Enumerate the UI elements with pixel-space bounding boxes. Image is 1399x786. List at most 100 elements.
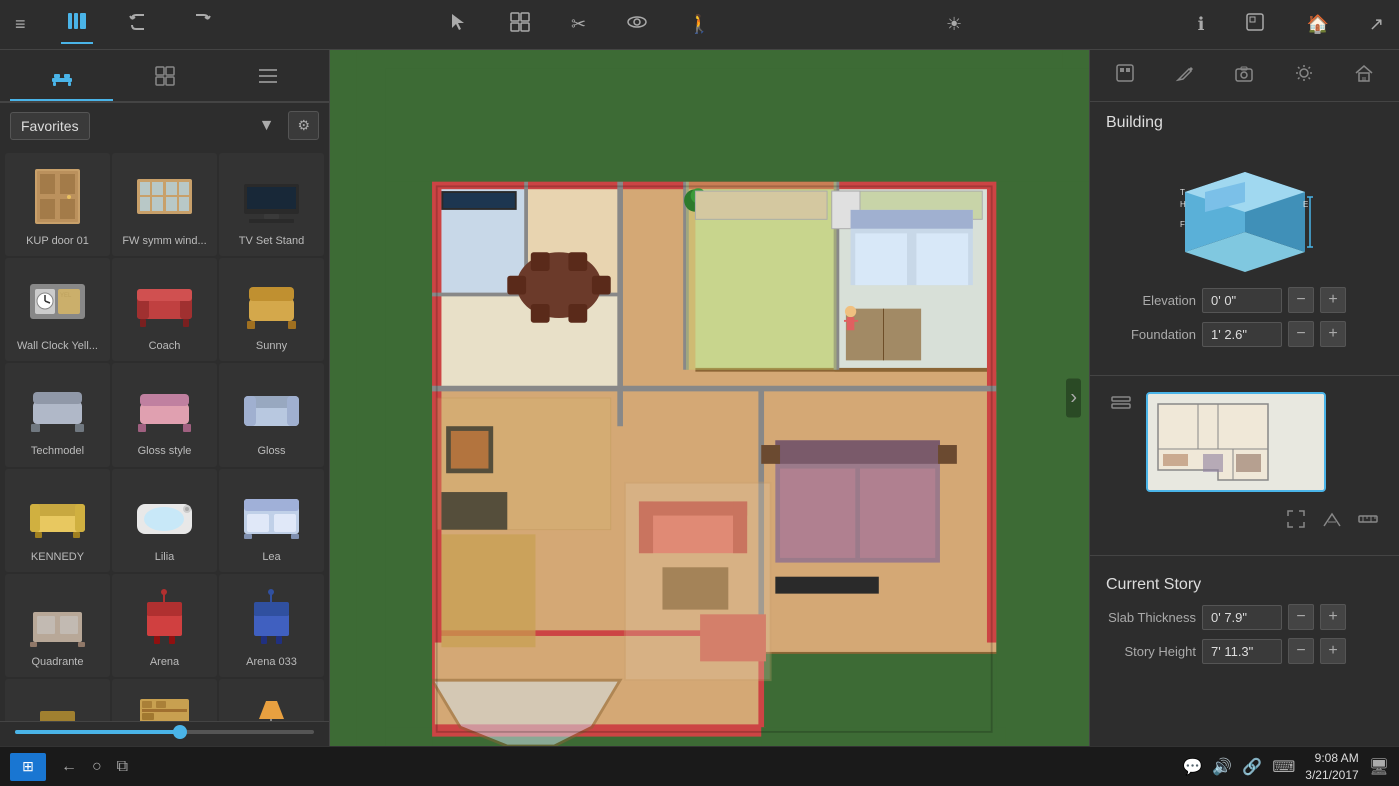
svg-text:F: F: [1180, 220, 1185, 229]
item-shelf[interactable]: [112, 679, 217, 721]
category-select[interactable]: Favorites All Items Recent: [10, 112, 90, 140]
item-wall-clock[interactable]: YEL Wall Clock Yell...: [5, 258, 110, 361]
view-icon[interactable]: [621, 6, 653, 43]
rp-edit-tool[interactable]: [1158, 58, 1212, 93]
tab-list[interactable]: [216, 58, 319, 101]
item-thumb-tv-stand: [237, 161, 307, 231]
story-height-increase[interactable]: +: [1320, 638, 1346, 664]
search-button[interactable]: ○: [92, 758, 102, 776]
slider-thumb[interactable]: [173, 725, 187, 739]
item-label-lilia: Lilia: [155, 551, 175, 564]
clock-time: 9:08 AM: [1305, 750, 1358, 767]
item-tv-stand[interactable]: TV Set Stand: [219, 153, 324, 256]
rp-select-tool[interactable]: [1098, 58, 1152, 93]
item-techmodel[interactable]: Techmodel: [5, 363, 110, 466]
canvas-expand-arrow[interactable]: ›: [1066, 379, 1081, 418]
item-fw-window[interactable]: FW symm wind...: [112, 153, 217, 256]
foundation-input[interactable]: [1202, 322, 1282, 347]
settings-button[interactable]: ⚙: [288, 111, 319, 140]
undo-icon[interactable]: [123, 6, 155, 43]
walk-icon[interactable]: 🚶: [683, 9, 715, 40]
item-gloss[interactable]: Gloss: [219, 363, 324, 466]
slab-input[interactable]: [1202, 605, 1282, 630]
item-sunny[interactable]: Sunny: [219, 258, 324, 361]
elevation-label: Elevation: [1106, 293, 1196, 308]
story-height-label: Story Height: [1106, 644, 1196, 659]
item-thumb-arena033: [237, 582, 307, 652]
foundation-decrease[interactable]: −: [1288, 321, 1314, 347]
task-view-button[interactable]: ⧉: [117, 758, 128, 776]
story-height-decrease[interactable]: −: [1288, 638, 1314, 664]
back-button[interactable]: ←: [61, 758, 77, 776]
menu-icon[interactable]: ≡: [10, 9, 31, 40]
item-thumb-gloss-style: [130, 371, 200, 441]
share-icon[interactable]: ↗: [1364, 9, 1389, 40]
sun-icon[interactable]: ☀: [941, 9, 967, 40]
right-panel-toolbar: [1090, 50, 1399, 102]
item-label-lea: Lea: [262, 551, 280, 564]
building-title: Building: [1106, 114, 1383, 132]
floor-plan-thumb-icon[interactable]: [1142, 388, 1330, 496]
size-slider-container: [0, 721, 329, 746]
item-kennedy[interactable]: KENNEDY: [5, 469, 110, 572]
select-tool-icon[interactable]: [442, 6, 474, 43]
expand-view-icon[interactable]: [1281, 504, 1311, 539]
start-button[interactable]: ⊞: [10, 753, 46, 781]
favorites-dropdown-row: Favorites All Items Recent ▼ ⚙: [10, 111, 319, 140]
foundation-label: Foundation: [1106, 327, 1196, 342]
story-height-input[interactable]: [1202, 639, 1282, 664]
item-label-techmodel: Techmodel: [31, 445, 84, 458]
system-clock: 9:08 AM 3/21/2017: [1305, 750, 1358, 784]
item-lea[interactable]: Lea: [219, 469, 324, 572]
group-icon[interactable]: [504, 6, 536, 43]
keyboard-icon[interactable]: ⌨: [1272, 757, 1295, 777]
ruler-view-icon[interactable]: [1353, 504, 1383, 539]
redo-icon[interactable]: [185, 6, 217, 43]
info-icon[interactable]: ℹ: [1193, 9, 1210, 40]
item-coach[interactable]: Coach: [112, 258, 217, 361]
item-chair2[interactable]: [5, 679, 110, 721]
library-icon[interactable]: [61, 5, 93, 44]
item-arena[interactable]: Arena: [112, 574, 217, 677]
item-thumb-arena: [130, 582, 200, 652]
item-label-fw-window: FW symm wind...: [122, 235, 206, 248]
floors-icon[interactable]: [1106, 388, 1136, 496]
network-icon[interactable]: 🔗: [1242, 757, 1262, 777]
rp-sun-tool[interactable]: [1277, 58, 1331, 93]
scissors-icon[interactable]: ✂: [566, 9, 591, 40]
elevation-increase[interactable]: +: [1320, 287, 1346, 313]
slab-increase[interactable]: +: [1320, 604, 1346, 630]
item-thumb-lamp: [237, 687, 307, 721]
tab-furniture[interactable]: [10, 58, 113, 101]
view-extra-icons: [1090, 504, 1399, 547]
home-icon[interactable]: 🏠: [1301, 9, 1333, 40]
angle-view-icon[interactable]: [1317, 504, 1347, 539]
main-content: Favorites All Items Recent ▼ ⚙: [0, 50, 1399, 746]
item-lilia[interactable]: Lilia: [112, 469, 217, 572]
item-thumb-shelf: [130, 687, 200, 721]
clock-date: 3/21/2017: [1305, 767, 1358, 784]
floor-plan-canvas[interactable]: ›: [330, 50, 1089, 746]
building-section: Building T H: [1090, 102, 1399, 367]
elevation-input[interactable]: [1202, 288, 1282, 313]
item-lamp[interactable]: [219, 679, 324, 721]
foundation-increase[interactable]: +: [1320, 321, 1346, 347]
volume-icon[interactable]: 🔊: [1212, 757, 1232, 777]
item-label-kennedy: KENNEDY: [31, 551, 84, 564]
item-gloss-style[interactable]: Gloss style: [112, 363, 217, 466]
slab-decrease[interactable]: −: [1288, 604, 1314, 630]
notifications-icon[interactable]: 🖥: [1369, 757, 1389, 777]
svg-text:E: E: [1303, 200, 1308, 209]
item-arena033[interactable]: Arena 033: [219, 574, 324, 677]
item-label-arena033: Arena 033: [246, 656, 297, 669]
slider-track: [15, 730, 314, 734]
export-icon[interactable]: [1239, 6, 1271, 43]
item-kup-door[interactable]: KUP door 01: [5, 153, 110, 256]
rp-home-tool[interactable]: [1337, 58, 1391, 93]
rp-camera-tool[interactable]: [1218, 58, 1272, 93]
chat-icon[interactable]: 💬: [1182, 757, 1202, 777]
elevation-decrease[interactable]: −: [1288, 287, 1314, 313]
tab-materials[interactable]: [113, 58, 216, 101]
item-quadrante[interactable]: Quadrante: [5, 574, 110, 677]
item-thumb-sunny: [237, 266, 307, 336]
